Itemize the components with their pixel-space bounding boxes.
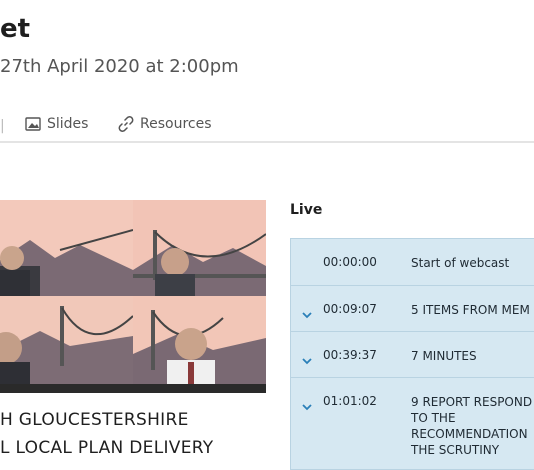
tabs-divider (0, 141, 534, 143)
session-title-line-2: L LOCAL PLAN DELIVERY (0, 438, 214, 458)
chapter-row[interactable]: 00:39:37 7 MINUTES (291, 331, 534, 378)
chapter-time: 00:09:07 (323, 302, 377, 316)
chevron-down-icon[interactable] (301, 397, 313, 411)
chapter-row[interactable]: 01:01:02 9 REPORT RESPOND TO THE RECOMME… (291, 377, 534, 469)
slides-icon (25, 117, 41, 131)
page-title: et (0, 14, 31, 44)
live-label: Live (290, 202, 323, 218)
participant-tile-1 (0, 200, 133, 296)
session-title: H GLOUCESTERSHIRE L LOCAL PLAN DELIVERY (0, 406, 213, 462)
participant-tile-3 (0, 296, 133, 392)
chapter-time: 01:01:02 (323, 394, 377, 408)
link-icon (118, 116, 134, 132)
webcast-date: 27th April 2020 at 2:00pm (0, 56, 239, 77)
chevron-down-icon[interactable] (301, 305, 313, 319)
session-title-line-1: H GLOUCESTERSHIRE (0, 410, 189, 430)
tab-partial-marker: | (0, 118, 5, 134)
chevron-down-icon[interactable] (301, 351, 313, 365)
chapter-time: 00:39:37 (323, 348, 377, 362)
video-taskbar (0, 384, 266, 393)
chapter-list: 00:00:00 Start of webcast 00:09:07 5 ITE… (290, 238, 534, 470)
chapter-title: 9 REPORT RESPOND TO THE RECOMMENDATION T… (411, 395, 533, 457)
chapter-time: 00:00:00 (323, 255, 377, 269)
video-player[interactable] (0, 200, 266, 393)
chapter-row[interactable]: 00:00:00 Start of webcast (291, 239, 534, 285)
chapter-title: 5 ITEMS FROM MEM (411, 303, 530, 317)
chapter-title: 7 MINUTES (411, 349, 477, 363)
chapter-row[interactable]: 00:09:07 5 ITEMS FROM MEM (291, 285, 534, 332)
participant-tile-4 (133, 296, 266, 392)
participant-tile-2 (133, 200, 266, 296)
tab-resources[interactable]: Resources (118, 116, 212, 132)
tab-resources-label: Resources (140, 116, 212, 132)
tab-slides[interactable]: Slides (25, 116, 88, 132)
chapter-title: Start of webcast (411, 256, 510, 270)
tab-slides-label: Slides (47, 116, 89, 132)
